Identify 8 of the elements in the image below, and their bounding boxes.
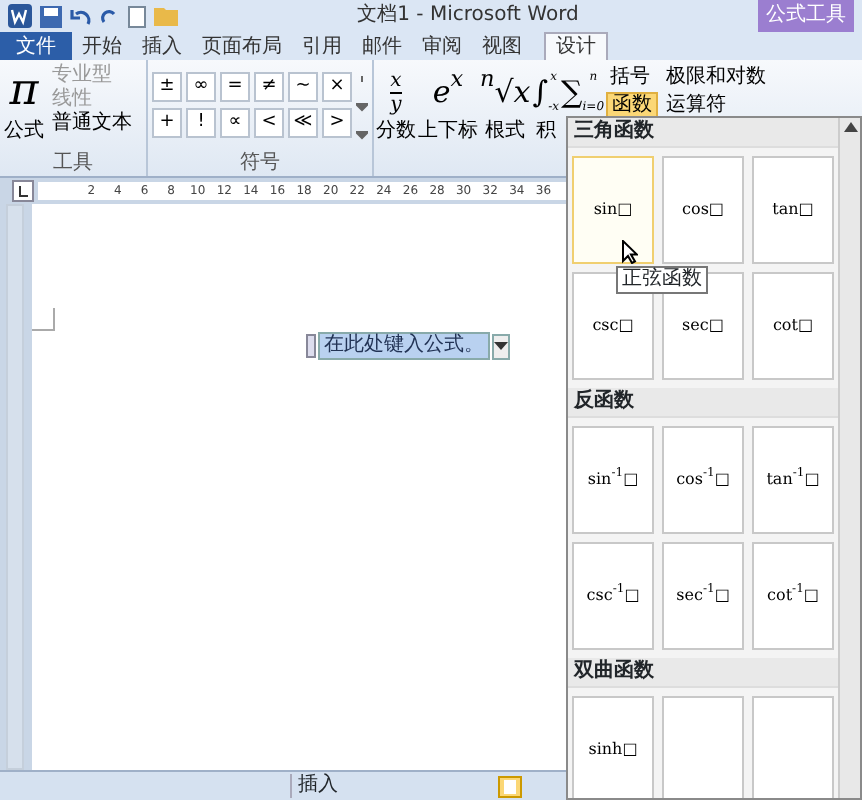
section-header: 反函数 bbox=[568, 388, 838, 418]
group-label: 符号 bbox=[238, 152, 282, 176]
group-label: 工具 bbox=[51, 152, 95, 176]
section-header: 双曲函数 bbox=[568, 658, 838, 688]
contextual-tab-label: 公式工具 bbox=[758, 0, 854, 32]
tooltip: 正弦函数 bbox=[616, 266, 708, 294]
section-header: 三角函数 bbox=[568, 118, 838, 148]
window-title: 文档1 - Microsoft Word bbox=[355, 4, 581, 28]
